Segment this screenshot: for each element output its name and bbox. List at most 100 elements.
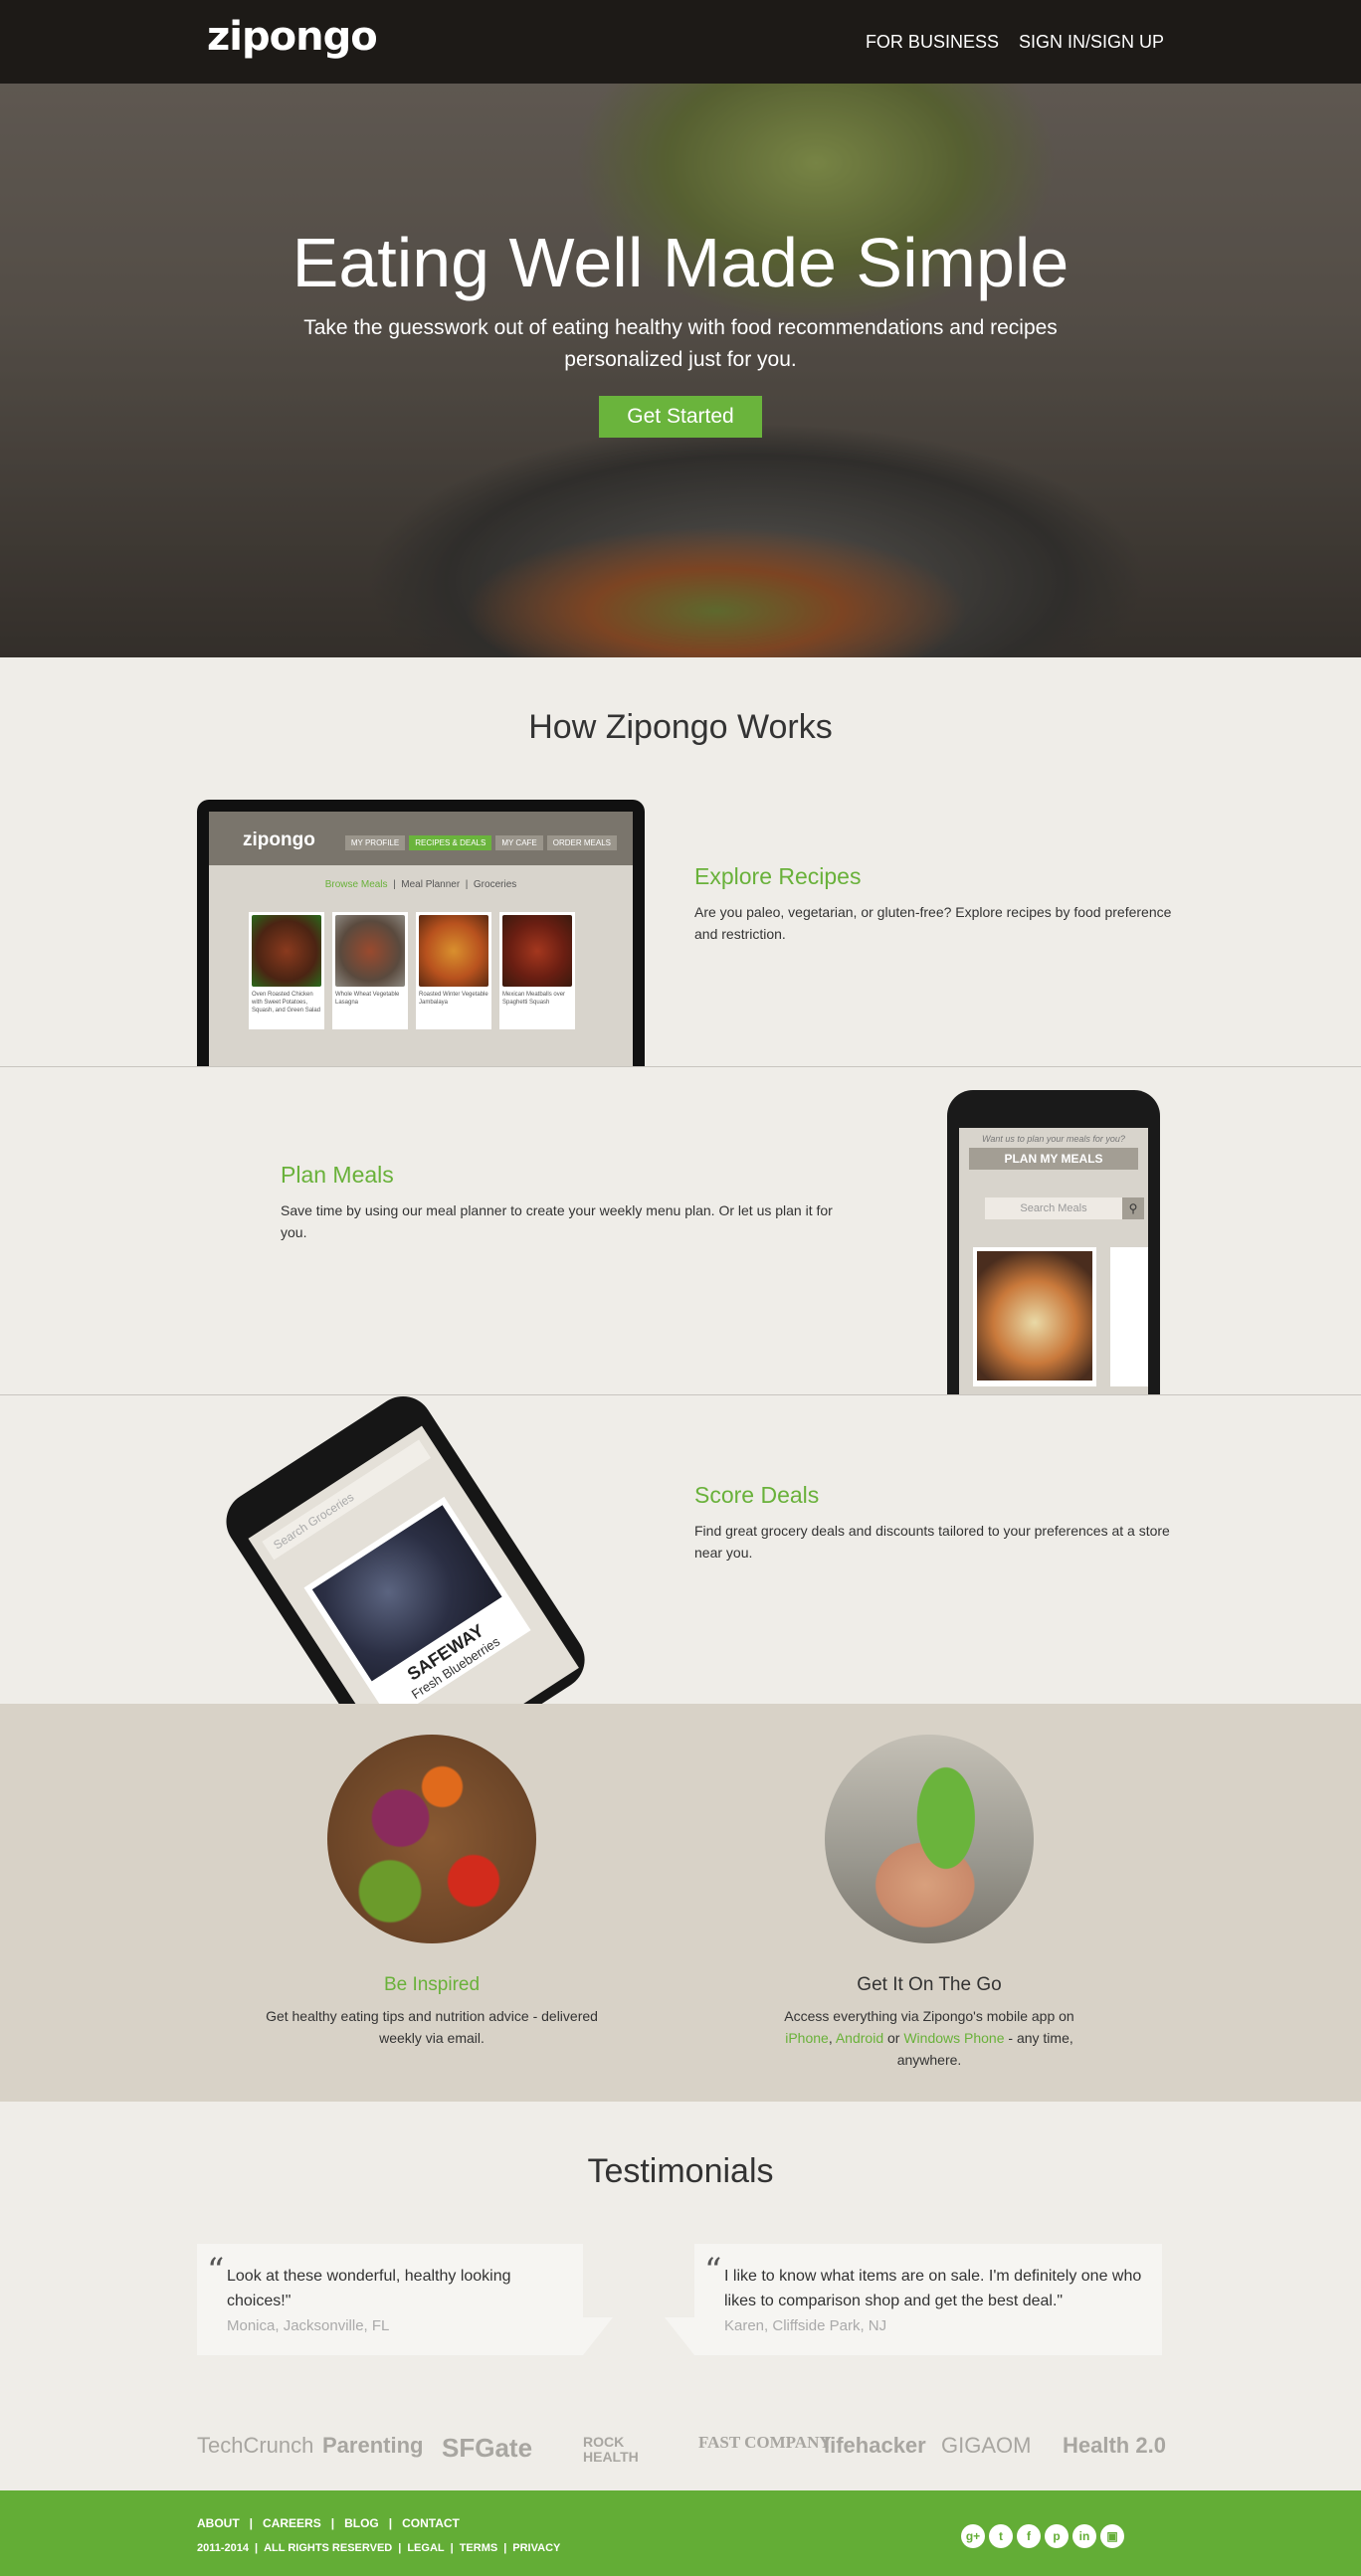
top-navbar: zipongo FOR BUSINESS SIGN IN/SIGN UP xyxy=(0,0,1361,84)
testimonial-tail xyxy=(583,2317,613,2355)
press-logo-techcrunch: TechCrunch xyxy=(197,2433,314,2458)
laptop-tab: ORDER MEALS xyxy=(546,835,617,850)
footer-separator: | xyxy=(503,2542,507,2554)
recipe-image xyxy=(252,915,321,987)
laptop-tab-active: RECIPES & DEALS xyxy=(409,835,492,850)
phone-meal-cards xyxy=(973,1247,1148,1386)
press-logo-gigaom: GIGAOM xyxy=(941,2433,1032,2458)
explore-recipes-text: Are you paleo, vegetarian, or gluten-fre… xyxy=(694,904,1172,942)
page: zipongo FOR BUSINESS SIGN IN/SIGN UP Eat… xyxy=(0,0,1361,2576)
recipe-card: Roasted Winter Vegetable Jambalaya xyxy=(416,912,491,1029)
phone-in-hand-image xyxy=(825,1735,1034,1943)
zipongo-logo[interactable]: zipongo xyxy=(207,14,378,60)
windows-phone-link[interactable]: Windows Phone xyxy=(903,2030,1004,2046)
plan-meals-text: Save time by using our meal planner to c… xyxy=(281,1202,833,1240)
score-deals-title: Score Deals xyxy=(694,1482,820,1508)
footer-separator: | xyxy=(255,2542,259,2554)
laptop-tab: MY PROFILE xyxy=(344,835,406,850)
testimonial-author: Monica, Jacksonville, FL xyxy=(227,2317,390,2334)
quote-mark-icon: “ xyxy=(704,2251,722,2291)
testimonial-card: “ I like to know what items are on sale.… xyxy=(694,2244,1162,2355)
press-logo-lifehacker: lifehacker xyxy=(824,2433,926,2458)
laptop-tab: MY CAFE xyxy=(495,835,543,850)
recipe-image xyxy=(335,915,405,987)
recipe-name: Whole Wheat Vegetable Lasagna xyxy=(335,992,400,1006)
score-deals-text: Find great grocery deals and discounts t… xyxy=(694,1523,1170,1561)
legal-link[interactable]: LEGAL xyxy=(407,2542,444,2554)
phone-screen: Want us to plan your meals for you? PLAN… xyxy=(959,1128,1148,1394)
laptop-app-logo: zipongo xyxy=(243,829,315,850)
iphone-link[interactable]: iPhone xyxy=(785,2030,829,2046)
google-plus-icon[interactable]: g+ xyxy=(961,2524,985,2548)
laptop-screen: zipongo MY PROFILE RECIPES & DEALS MY CA… xyxy=(209,812,633,1066)
copyright-text: 2011-2014 xyxy=(197,2542,249,2554)
recipe-name: Mexican Meatballs over Spaghetti Squash xyxy=(502,992,566,1006)
instagram-icon[interactable]: ▣ xyxy=(1100,2524,1124,2548)
footer-separator: | xyxy=(450,2542,454,2554)
recipe-image xyxy=(502,915,572,987)
be-inspired-text: Get healthy eating tips and nutrition ad… xyxy=(266,2008,598,2046)
how-it-works-title: How Zipongo Works xyxy=(528,708,833,746)
footer-link-careers[interactable]: CAREERS xyxy=(263,2516,321,2530)
laptop-mockup: zipongo MY PROFILE RECIPES & DEALS MY CA… xyxy=(197,800,645,1066)
testimonial-card: “ Look at these wonderful, healthy looki… xyxy=(197,2244,583,2355)
footer-link-about[interactable]: ABOUT xyxy=(197,2516,240,2530)
phone-search-placeholder: Search Meals xyxy=(1020,1202,1087,1214)
laptop-subnav-item: Groceries xyxy=(473,879,517,890)
deal-card: SAFEWAY Fresh Blueberries xyxy=(303,1496,531,1704)
phone-meal-card xyxy=(1110,1247,1148,1386)
laptop-app-header: zipongo MY PROFILE RECIPES & DEALS MY CA… xyxy=(209,812,633,865)
android-link[interactable]: Android xyxy=(836,2030,883,2046)
footer-separator: | xyxy=(388,2516,393,2530)
for-business-link[interactable]: FOR BUSINESS xyxy=(866,32,999,53)
testimonial-quote: I like to know what items are on sale. I… xyxy=(724,2268,1142,2309)
on-the-go-title: Get It On The Go xyxy=(857,1974,1002,1995)
search-icon: ⚲ xyxy=(1122,1197,1144,1219)
pinterest-icon[interactable]: p xyxy=(1045,2524,1069,2548)
terms-link[interactable]: TERMS xyxy=(460,2542,498,2554)
laptop-recipe-cards: Oven Roasted Chicken with Sweet Potatoes… xyxy=(209,890,633,1029)
on-the-go-intro: Access everything via Zipongo's mobile a… xyxy=(784,2008,1074,2024)
laptop-subnav: Browse Meals | Meal Planner | Groceries xyxy=(324,879,517,890)
vegetables-image xyxy=(327,1735,536,1943)
sign-in-link[interactable]: SIGN IN/SIGN UP xyxy=(1019,32,1164,53)
privacy-link[interactable]: PRIVACY xyxy=(512,2542,560,2554)
footer-link-blog[interactable]: BLOG xyxy=(344,2516,379,2530)
recipe-card: Whole Wheat Vegetable Lasagna xyxy=(332,912,408,1029)
press-logo-fast-company: FAST COMPANY xyxy=(698,2433,832,2452)
recipe-name: Oven Roasted Chicken with Sweet Potatoes… xyxy=(252,992,321,1013)
recipe-card: Oven Roasted Chicken with Sweet Potatoes… xyxy=(249,912,324,1029)
recipe-name: Roasted Winter Vegetable Jambalaya xyxy=(419,992,488,1006)
testimonial-quote: Look at these wonderful, healthy looking… xyxy=(227,2268,511,2309)
footer-separator: | xyxy=(249,2516,254,2530)
laptop-subnav-item: Meal Planner xyxy=(401,879,461,890)
facebook-icon[interactable]: f xyxy=(1017,2524,1041,2548)
features-band xyxy=(0,1704,1361,2102)
laptop-subnav-item: Browse Meals xyxy=(324,879,388,890)
press-logo-parenting: Parenting xyxy=(322,2433,424,2458)
divider xyxy=(0,1066,1361,1067)
hero-title: Eating Well Made Simple xyxy=(292,224,1069,301)
footer-separator: | xyxy=(398,2542,402,2554)
twitter-icon[interactable]: t xyxy=(989,2524,1013,2548)
on-the-go-text: Access everything via Zipongo's mobile a… xyxy=(784,2008,1074,2068)
get-started-button[interactable]: Get Started xyxy=(599,396,762,438)
testimonial-tail xyxy=(665,2317,694,2355)
top-nav: FOR BUSINESS SIGN IN/SIGN UP xyxy=(866,32,1164,53)
footer-links: ABOUT | CAREERS | BLOG | CONTACT xyxy=(197,2516,460,2530)
rights-text: ALL RIGHTS RESERVED xyxy=(264,2542,393,2554)
plan-meals-title: Plan Meals xyxy=(281,1162,394,1188)
footer: ABOUT | CAREERS | BLOG | CONTACT 2011-2014 |… xyxy=(0,2490,1361,2576)
laptop-app-tabs: MY PROFILE RECIPES & DEALS MY CAFE ORDER… xyxy=(344,835,617,850)
social-icons: g+ t f p in ▣ xyxy=(961,2524,1124,2548)
press-logo-health-2: Health 2.0 xyxy=(1063,2433,1166,2458)
linkedin-icon[interactable]: in xyxy=(1072,2524,1096,2548)
footer-link-contact[interactable]: CONTACT xyxy=(402,2516,460,2530)
footer-legal: 2011-2014 | ALL RIGHTS RESERVED | LEGAL | T… xyxy=(197,2542,560,2554)
testimonials-title: Testimonials xyxy=(587,2152,774,2190)
or-text: or xyxy=(887,2030,900,2046)
quote-mark-icon: “ xyxy=(207,2251,225,2291)
meal-image xyxy=(977,1251,1093,1380)
phone-mockup: Want us to plan your meals for you? PLAN… xyxy=(947,1090,1160,1394)
hero-subtitle: Take the guesswork out of eating healthy… xyxy=(303,316,1058,371)
